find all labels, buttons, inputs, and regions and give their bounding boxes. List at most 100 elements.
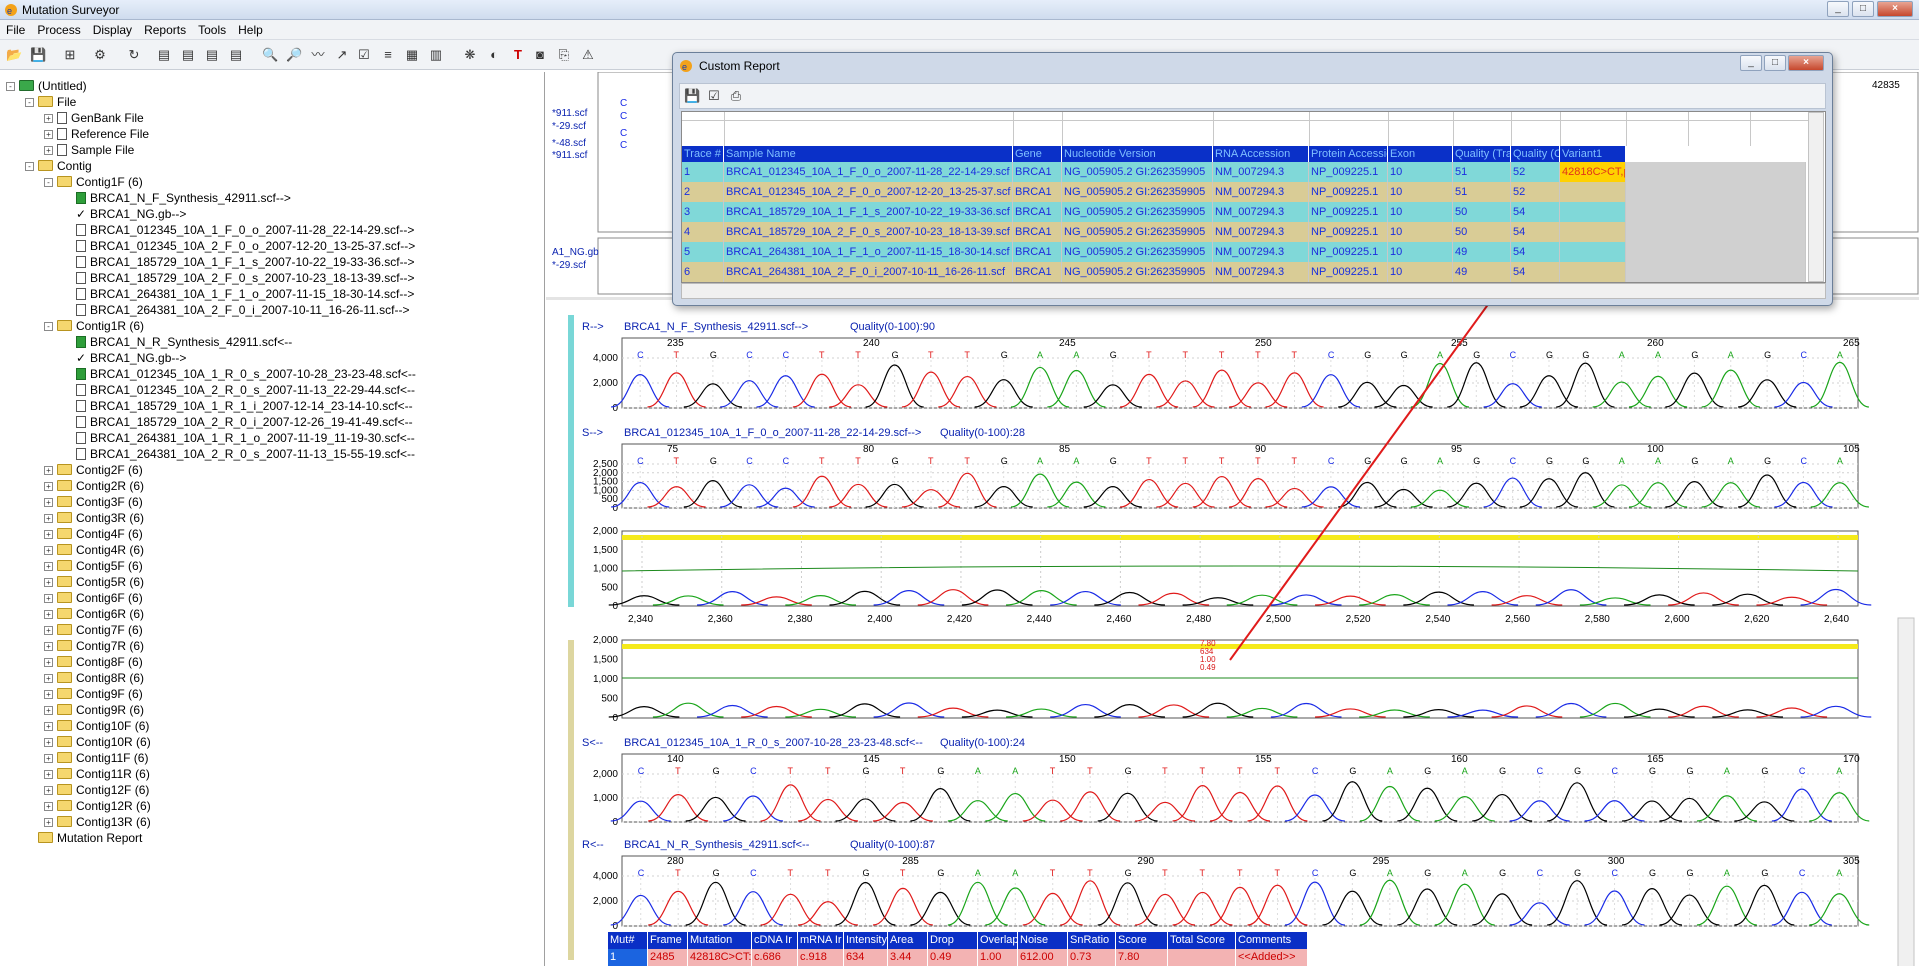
report-cell[interactable]: BRCA1 (1013, 162, 1062, 182)
report-cell[interactable]: NG_005905.2 GI:262359905 (1062, 162, 1213, 182)
mutation-cell[interactable]: 0.49 (928, 949, 978, 966)
mutation-column-header[interactable]: Score (1116, 932, 1168, 949)
mutation-cell[interactable]: 1 (608, 949, 648, 966)
report-cell[interactable]: 54 (1511, 262, 1560, 282)
report-cell[interactable]: 54 (1511, 242, 1560, 262)
color-icon[interactable]: ❋ (462, 47, 478, 63)
report-vertical-scrollbar[interactable] (1808, 112, 1824, 282)
expand-icon[interactable]: + (44, 610, 53, 619)
report-cell[interactable]: BRCA1 (1013, 242, 1062, 262)
mutation-column-header[interactable]: Total Score (1168, 932, 1236, 949)
mutation-cell[interactable]: 42818C>CT:229 (688, 949, 752, 966)
expand-icon[interactable]: + (44, 690, 53, 699)
expand-icon[interactable]: + (44, 482, 53, 491)
tree-item[interactable]: + Contig2R (6) (44, 478, 144, 494)
tree-item[interactable]: BRCA1_012345_10A_1_R_0_s_2007-10-28_23-2… (63, 366, 416, 382)
report-cell[interactable]: BRCA1_012345_10A_2_F_0_o_2007-12-20_13-2… (724, 182, 1013, 202)
expand-icon[interactable]: + (44, 706, 53, 715)
tree-item[interactable]: + Reference File (44, 126, 149, 142)
report-cell[interactable]: 49 (1453, 262, 1511, 282)
export-icon[interactable]: ⎘ (556, 47, 572, 63)
check-icon[interactable]: ☑ (356, 47, 372, 63)
report-cell[interactable]: NM_007294.3 (1213, 222, 1309, 242)
save-icon[interactable]: 💾 (30, 47, 46, 63)
open-icon[interactable]: 📂 (6, 47, 22, 63)
tree-item[interactable]: + Contig6R (6) (44, 606, 144, 622)
tree-item[interactable]: + Contig4F (6) (44, 526, 143, 542)
report-cell[interactable]: 52 (1511, 162, 1560, 182)
report-cell[interactable]: BRCA1_012345_10A_1_F_0_o_2007-11-28_22-1… (724, 162, 1013, 182)
report-cell[interactable]: 50 (1453, 202, 1511, 222)
report-column-header[interactable]: RNA Accession (1213, 146, 1309, 162)
tree-item[interactable]: + Contig12F (6) (44, 782, 149, 798)
expand-icon[interactable]: + (44, 466, 53, 475)
report-column-header[interactable]: Quality (Contig) (1511, 146, 1560, 162)
report-cell[interactable]: NM_007294.3 (1213, 202, 1309, 222)
mutation-column-header[interactable]: mRNA Ir (798, 932, 844, 949)
tree-item[interactable]: + Contig5R (6) (44, 574, 144, 590)
report-cell[interactable]: 42818C>CT,p (1560, 162, 1626, 182)
mutation-column-header[interactable]: Drop (928, 932, 978, 949)
report-cell[interactable]: BRCA1_185729_10A_1_F_1_s_2007-10-22_19-3… (724, 202, 1013, 222)
tree-item[interactable]: - Contig1R (6) (44, 318, 144, 334)
mutation-column-header[interactable]: SnRatio (1068, 932, 1116, 949)
expand-icon[interactable]: + (44, 770, 53, 779)
report-cell[interactable]: 49 (1453, 242, 1511, 262)
tree-item[interactable]: + Contig8F (6) (44, 654, 143, 670)
tree-item[interactable]: ✓ BRCA1_NG.gb--> (63, 206, 186, 222)
report-cell[interactable]: 50 (1453, 222, 1511, 242)
report-cell[interactable]: NP_009225.1 (1309, 262, 1388, 282)
report-cell[interactable]: NG_005905.2 GI:262359905 (1062, 262, 1213, 282)
dialog-save-icon[interactable]: 💾 (684, 88, 700, 104)
expand-icon[interactable]: + (44, 130, 53, 139)
tree-item[interactable]: BRCA1_264381_10A_1_F_1_o_2007-11-15_18-3… (63, 286, 414, 302)
mutation-cell[interactable]: 634 (844, 949, 888, 966)
report-cell[interactable]: NG_005905.2 GI:262359905 (1062, 202, 1213, 222)
tree-item[interactable]: + Contig2F (6) (44, 462, 143, 478)
tree-item[interactable]: + Contig5F (6) (44, 558, 143, 574)
tree-item[interactable]: + Contig3F (6) (44, 494, 143, 510)
expand-icon[interactable]: + (44, 754, 53, 763)
mutation-cell[interactable]: 3.44 (888, 949, 928, 966)
dialog-print-icon[interactable]: ⎙ (728, 88, 744, 104)
layout-1-icon[interactable]: ▤ (156, 47, 172, 63)
tree-item[interactable]: - (Untitled) (6, 78, 87, 94)
report-cell[interactable]: 3 (682, 202, 724, 222)
report-column-header[interactable]: Exon (1388, 146, 1453, 162)
layout-3-icon[interactable]: ▤ (204, 47, 220, 63)
expand-icon[interactable]: + (44, 546, 53, 555)
collapse-icon[interactable]: - (25, 98, 34, 107)
tree-item[interactable]: + GenBank File (44, 110, 144, 126)
report-cell[interactable]: BRCA1_264381_10A_1_F_1_o_2007-11-15_18-3… (724, 242, 1013, 262)
report-column-header[interactable]: Quality (Trace) (1453, 146, 1511, 162)
report-column-header[interactable]: Sample Name (724, 146, 1013, 162)
expand-icon[interactable]: + (44, 114, 53, 123)
report-cell[interactable]: BRCA1_264381_10A_2_F_0_i_2007-10-11_16-2… (724, 262, 1013, 282)
report-cell[interactable]: NP_009225.1 (1309, 222, 1388, 242)
dialog-maximize-button[interactable]: □ (1764, 55, 1786, 71)
report-icon[interactable]: ▥ (428, 47, 444, 63)
tree-item[interactable]: BRCA1_185729_10A_1_F_1_s_2007-10-22_19-3… (63, 254, 415, 270)
mutation-column-header[interactable]: Overlap (978, 932, 1018, 949)
tree-item[interactable]: + Contig7R (6) (44, 638, 144, 654)
tree-item[interactable]: BRCA1_264381_10A_2_F_0_i_2007-10-11_16-2… (63, 302, 409, 318)
tree-item[interactable]: + Contig8R (6) (44, 670, 144, 686)
report-cell[interactable]: 10 (1388, 162, 1453, 182)
mutation-cell[interactable]: <<Added>> (1236, 949, 1308, 966)
report-column-header[interactable]: Variant1 (1560, 146, 1626, 162)
tree-item[interactable]: + Contig3R (6) (44, 510, 144, 526)
tree-item[interactable]: BRCA1_185729_10A_2_R_0_i_2007-12-26_19-4… (63, 414, 413, 430)
report-cell[interactable]: NP_009225.1 (1309, 202, 1388, 222)
layout-4-icon[interactable]: ▤ (228, 47, 244, 63)
report-cell[interactable]: 54 (1511, 202, 1560, 222)
tree-item[interactable]: - Contig1F (6) (44, 174, 143, 190)
menu-display[interactable]: Display (93, 20, 140, 39)
tree-item[interactable]: BRCA1_185729_10A_2_F_0_s_2007-10-23_18-1… (63, 270, 415, 286)
tree-item[interactable]: + Contig10R (6) (44, 734, 151, 750)
bars-icon[interactable]: ≡ (380, 47, 396, 63)
expand-icon[interactable]: + (44, 626, 53, 635)
mutation-cell[interactable]: c.918 (798, 949, 844, 966)
table-icon[interactable]: ▦ (404, 47, 420, 63)
report-horizontal-scrollbar[interactable] (681, 283, 1826, 299)
report-cell[interactable]: BRCA1 (1013, 222, 1062, 242)
